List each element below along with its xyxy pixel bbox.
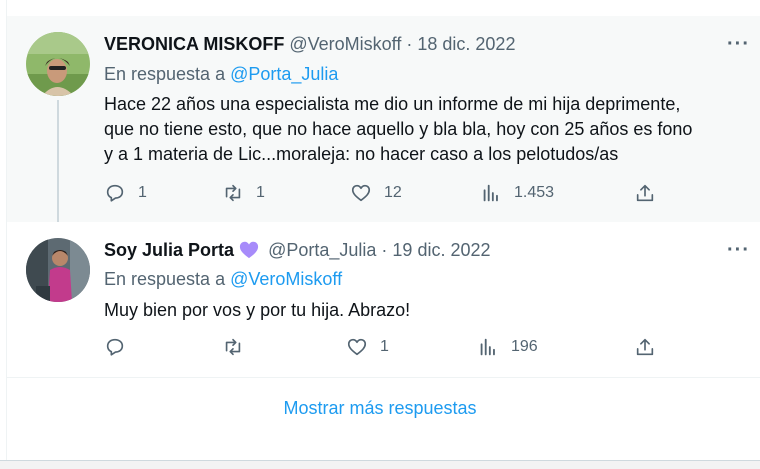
mention-link[interactable]: @Porta_Julia	[230, 64, 338, 84]
tweet-text-line: y a 1 materia de Lic...moraleja: no hace…	[104, 144, 619, 164]
separator: ·	[406, 34, 413, 54]
analytics-icon	[483, 184, 498, 202]
replying-to: En respuesta a @VeroMiskoff	[104, 269, 342, 290]
more-horizontal-icon[interactable]: ···	[727, 239, 750, 262]
like-button[interactable]: 12	[350, 182, 402, 204]
share-button[interactable]	[634, 336, 656, 358]
retweet-icon	[225, 184, 241, 202]
avatar[interactable]	[26, 32, 90, 96]
tweet-text-line: Hace 22 años una especialista me dio un …	[104, 94, 681, 114]
author-name[interactable]: Soy Julia Porta	[104, 240, 234, 260]
more-horizontal-icon[interactable]: ···	[727, 33, 750, 56]
like-count: 12	[384, 184, 402, 201]
reply-button[interactable]: 1	[104, 182, 147, 204]
author-name[interactable]: VERONICA MISKOFF	[104, 34, 284, 54]
replying-to: En respuesta a @Porta_Julia	[104, 64, 338, 85]
retweet-count: 1	[256, 184, 265, 201]
reply-icon	[106, 338, 124, 356]
tweet-date[interactable]: 18 dic. 2022	[417, 34, 515, 54]
author-handle[interactable]: @Porta_Julia	[268, 240, 376, 260]
like-count: 1	[380, 338, 389, 355]
avatar[interactable]	[26, 238, 90, 302]
tweet-veronica[interactable]: VERONICA MISKOFF @VeroMiskoff · 18 dic. …	[7, 16, 760, 240]
reply-count: 1	[138, 184, 147, 201]
tweet-julia[interactable]: Soy Julia Porta @Porta_Julia · 19 dic. 2…	[7, 222, 760, 378]
heart-icon	[347, 338, 367, 356]
author-handle[interactable]: @VeroMiskoff	[289, 34, 401, 54]
show-more-replies-link[interactable]: Mostrar más respuestas	[283, 398, 476, 419]
purple-heart-icon	[238, 239, 260, 264]
reply-button[interactable]	[104, 336, 126, 358]
replying-prefix: En respuesta a	[104, 64, 226, 84]
views-count: 1.453	[514, 184, 555, 201]
like-button[interactable]: 1	[346, 336, 389, 358]
share-button[interactable]	[634, 182, 656, 204]
tweet-text: Hace 22 años una especialista me dio un …	[104, 92, 744, 167]
views-button[interactable]: 1.453	[480, 182, 554, 204]
retweet-button[interactable]	[222, 336, 244, 358]
share-icon	[636, 184, 654, 202]
retweet-button[interactable]: 1	[222, 182, 265, 204]
tweet-header: Soy Julia Porta @Porta_Julia · 19 dic. 2…	[104, 239, 491, 264]
tweet-actions: 1 196	[104, 336, 664, 362]
bottom-strip	[0, 461, 760, 469]
heart-icon	[351, 184, 371, 202]
tweet-header: VERONICA MISKOFF @VeroMiskoff · 18 dic. …	[104, 34, 515, 55]
tweet-date[interactable]: 19 dic. 2022	[392, 240, 490, 260]
thread-line	[57, 100, 59, 240]
show-more-replies: Mostrar más respuestas	[0, 378, 760, 440]
tweet-text-line: Muy bien por vos y por tu hija. Abrazo!	[104, 300, 411, 320]
views-count: 196	[511, 338, 538, 355]
replying-prefix: En respuesta a	[104, 269, 226, 289]
mention-link[interactable]: @VeroMiskoff	[230, 269, 342, 289]
tweet-text: Muy bien por vos y por tu hija. Abrazo!	[104, 298, 410, 323]
separator: ·	[381, 240, 388, 260]
tweet-actions: 1 1 12 1.453	[104, 182, 664, 208]
reply-icon	[106, 184, 124, 202]
retweet-icon	[225, 338, 241, 356]
tweet-text-line: que no tiene esto, que no hace aquello y…	[104, 119, 693, 139]
views-button[interactable]: 196	[477, 336, 538, 358]
share-icon	[636, 338, 654, 356]
analytics-icon	[480, 338, 495, 356]
